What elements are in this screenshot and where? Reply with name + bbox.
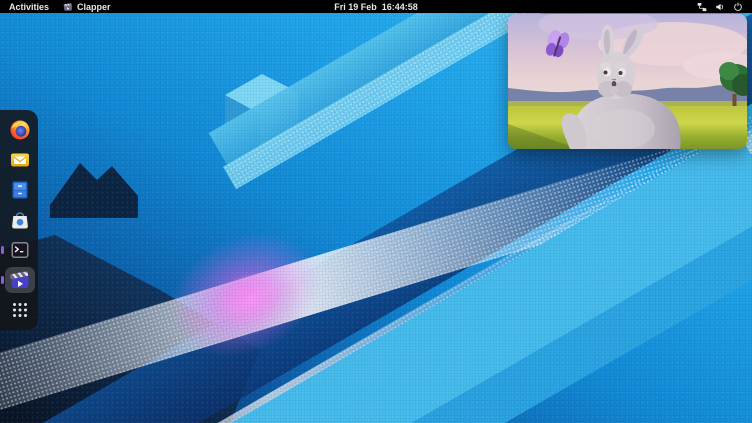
clock[interactable]: Fri 19 Feb 16:44:58 — [0, 2, 752, 12]
top-bar: Activities Clapper Fri 19 Feb 16:44:58 — [0, 0, 752, 13]
dock-item-firefox[interactable] — [5, 117, 35, 143]
running-indicator — [1, 276, 4, 284]
geary-mail-icon — [9, 149, 31, 171]
dock-item-geary[interactable] — [5, 147, 35, 173]
dock-item-files[interactable] — [5, 177, 35, 203]
network-wired-icon — [697, 2, 707, 12]
desktop-screen: Activities Clapper Fri 19 Feb 16:44:58 — [0, 0, 752, 423]
app-grid-icon — [9, 299, 31, 321]
power-icon — [733, 2, 743, 12]
dock-item-terminal[interactable] — [5, 237, 35, 263]
volume-icon — [715, 2, 725, 12]
running-indicator — [1, 246, 4, 254]
dock-item-show-apps[interactable] — [5, 297, 35, 323]
firefox-icon — [9, 119, 31, 141]
terminal-icon — [9, 239, 31, 261]
files-icon — [9, 179, 31, 201]
clapper-icon — [9, 269, 31, 291]
video-frame-big-buck-bunny — [508, 14, 747, 149]
dock-item-clapper[interactable] — [5, 267, 35, 293]
clapper-video-window[interactable] — [508, 14, 747, 149]
dock-item-software[interactable] — [5, 207, 35, 233]
dash-dock — [0, 110, 38, 330]
software-icon — [9, 209, 31, 231]
system-status-area[interactable] — [697, 2, 752, 12]
